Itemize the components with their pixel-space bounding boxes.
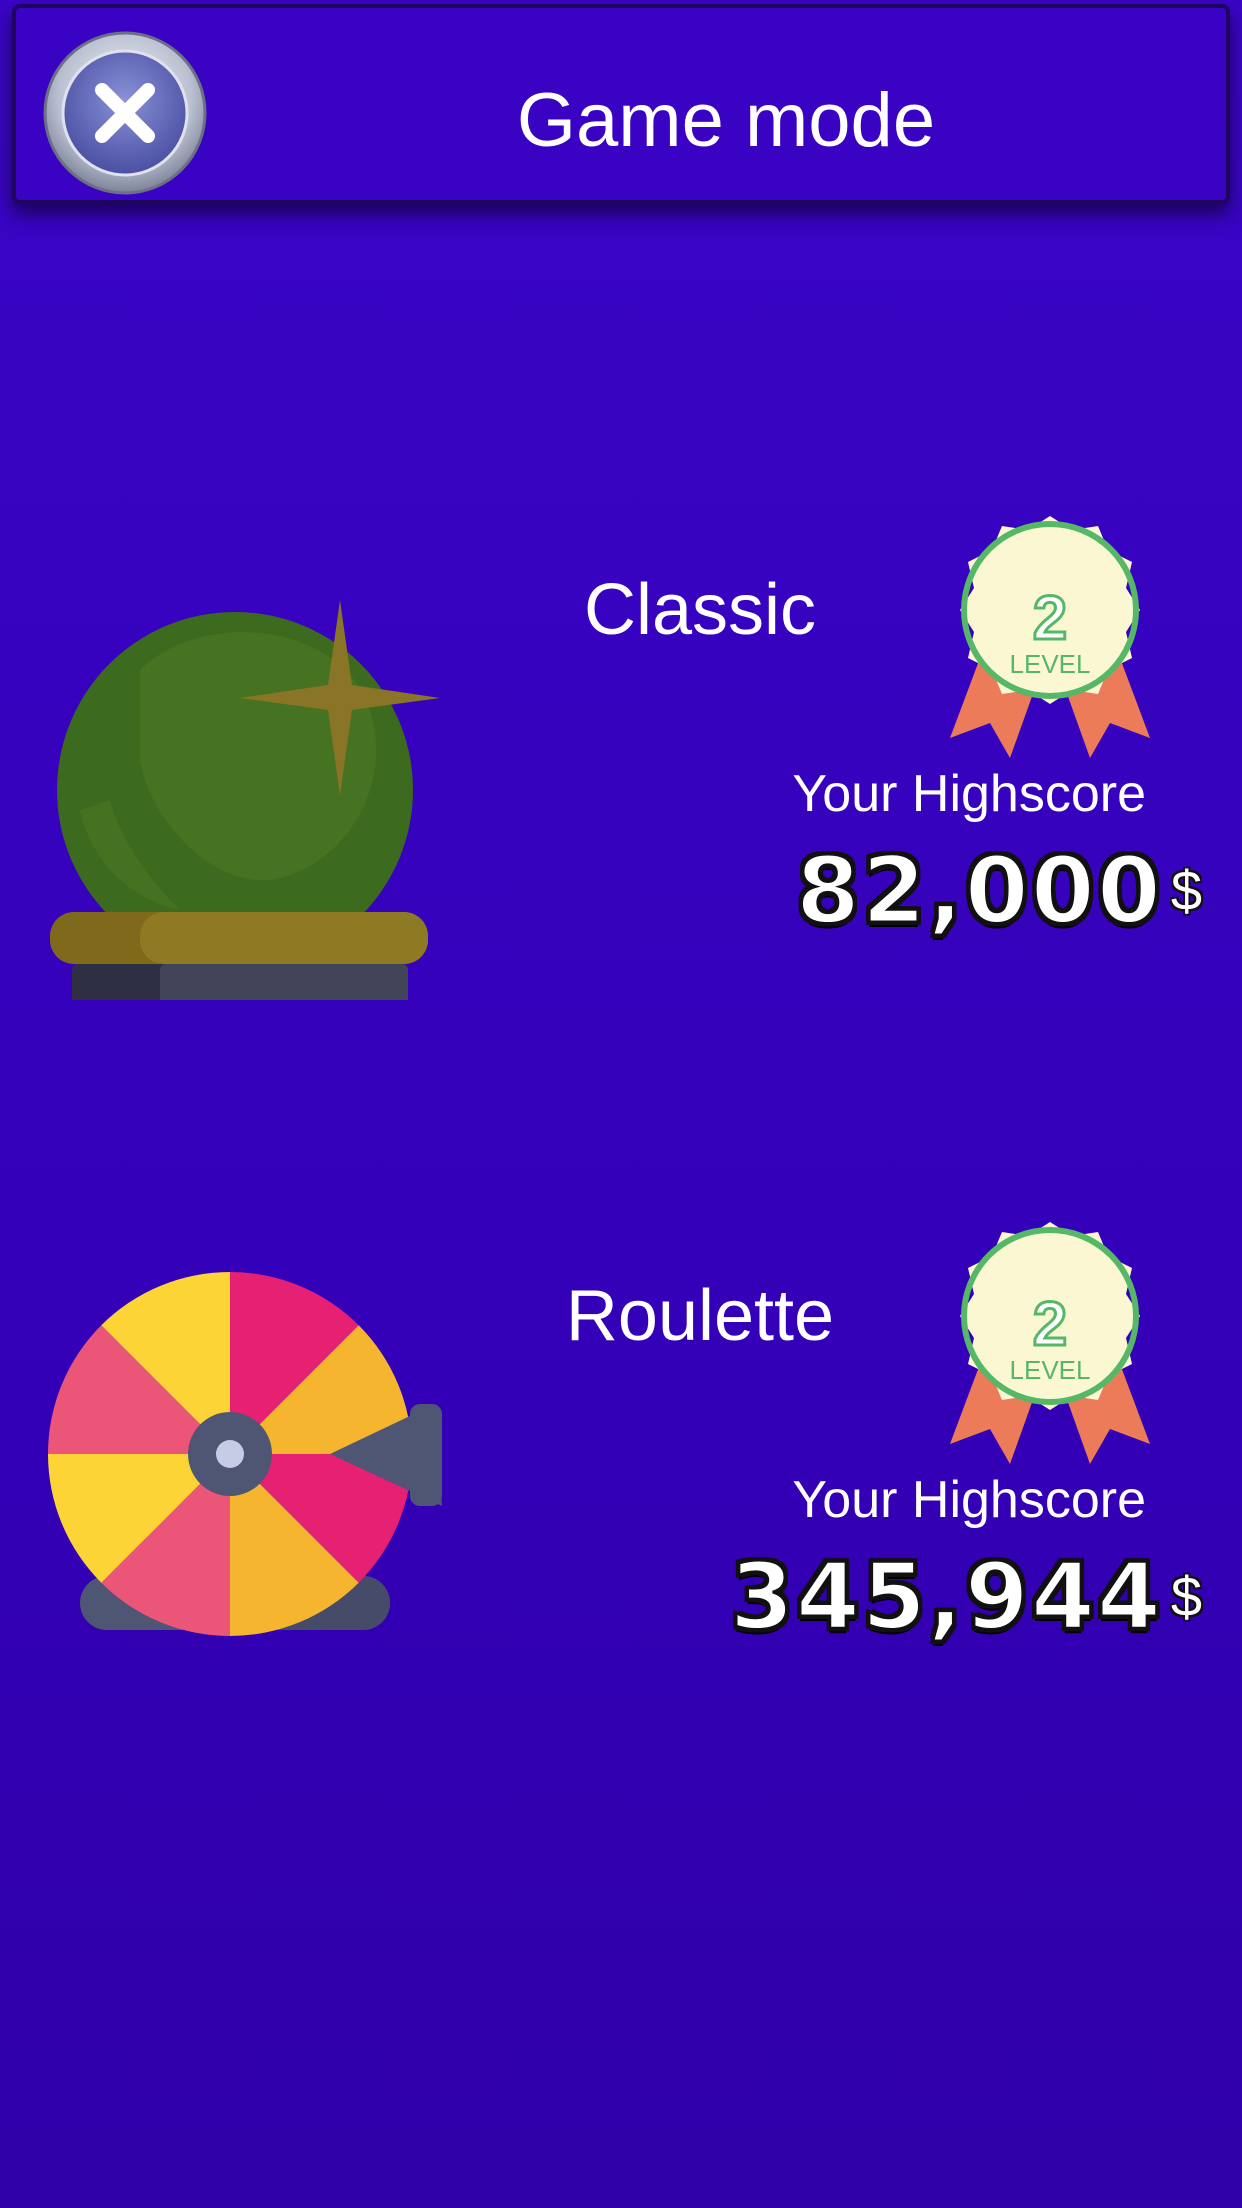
currency-symbol: $ [1170, 1565, 1202, 1628]
level-label: LEVEL [1009, 649, 1091, 679]
close-button[interactable] [42, 30, 208, 196]
level-badge: 2 LEVEL [940, 1214, 1160, 1474]
level-badge: 2 LEVEL [940, 508, 1160, 768]
highscore-row: 345,944 $ [728, 1542, 1202, 1652]
highscore-label: Your Highscore [792, 765, 1146, 823]
highscore-value: 345,944 [728, 1542, 1163, 1652]
mode-card-roulette[interactable]: Roulette 2 LEVEL Your Highscore 345,944 … [0, 1206, 1242, 1766]
mode-card-classic[interactable]: Classic 2 LEVEL Your Highscore 82,000 $ [0, 500, 1242, 1060]
crystal-ball-icon [50, 600, 440, 1000]
close-icon [43, 31, 207, 195]
highscore-row: 82,000 $ [794, 836, 1202, 946]
top-bar: Game mode [12, 4, 1230, 204]
level-label: LEVEL [1009, 1355, 1091, 1385]
currency-symbol: $ [1170, 859, 1202, 922]
highscore-label: Your Highscore [792, 1471, 1146, 1529]
prize-wheel-icon [47, 1272, 442, 1636]
mode-title-classic: Classic [583, 570, 817, 650]
level-number: 2 [1031, 1289, 1068, 1361]
level-number: 2 [1031, 583, 1068, 655]
mode-title-roulette: Roulette [565, 1276, 835, 1356]
highscore-value: 82,000 [794, 836, 1163, 946]
page-title: Game mode [516, 78, 936, 163]
